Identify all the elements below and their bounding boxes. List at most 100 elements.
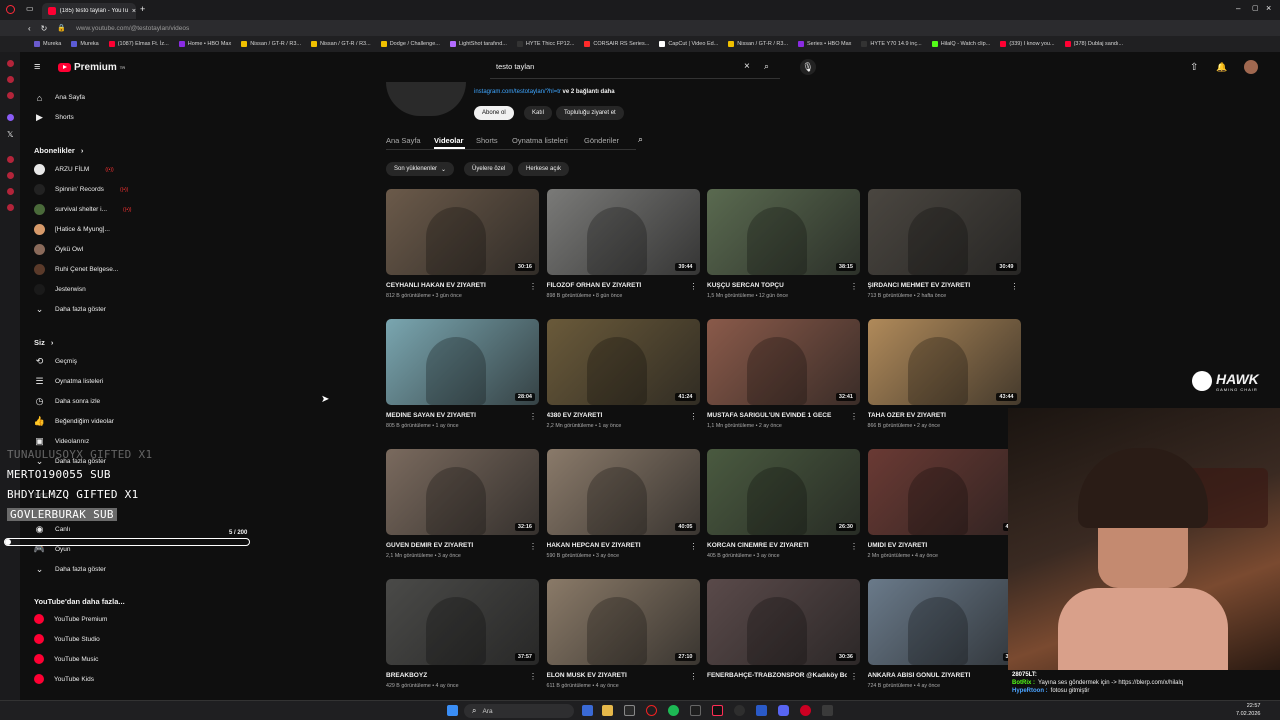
reload-icon[interactable]: ↻: [41, 24, 48, 33]
bookmark-item[interactable]: (378) Dublaj sandı...: [1064, 41, 1123, 47]
bookmark-item[interactable]: HilalQ - Watch clip...: [931, 41, 990, 47]
video-title[interactable]: ÜMİDİ EV ZİYARETİ: [868, 542, 1008, 549]
sidebar-item[interactable]: ⌂ Ana Sayfa: [34, 92, 85, 103]
sidebar-item[interactable]: YouTube Kids: [34, 674, 94, 684]
bookmark-item[interactable]: Nissan / GT-R / R3...: [310, 41, 371, 47]
more-options-icon[interactable]: ⋮: [850, 282, 858, 291]
twitch-icon[interactable]: [7, 114, 14, 121]
bookmark-item[interactable]: HYTE Y70 14.9 inç...: [861, 41, 922, 47]
search-icon[interactable]: ⌕: [764, 61, 769, 72]
more-options-icon[interactable]: ⋮: [850, 672, 858, 681]
sidebar-item[interactable]: ☰ Oynatma listeleri: [34, 376, 103, 387]
sidebar-item[interactable]: ▣ Videolarınız: [34, 436, 89, 447]
join-button[interactable]: Katıl: [524, 106, 553, 120]
tab-menu-icon[interactable]: ▭: [26, 4, 34, 13]
video-card[interactable]: 39:44 FİLOZOF ORHAN EV ZİYARETİ 898 B görü…: [546, 189, 700, 313]
video-thumbnail[interactable]: 38:15: [707, 189, 860, 275]
more-options-icon[interactable]: ⋮: [1011, 282, 1019, 291]
more-options-icon[interactable]: ⋮: [690, 412, 698, 421]
video-title[interactable]: ANKARA ABİSİ GÖNÜL ZİYARETİ: [868, 672, 1008, 679]
edge-icon[interactable]: [582, 705, 593, 716]
clear-search-icon[interactable]: ×: [744, 61, 750, 72]
video-thumbnail[interactable]: 28:04: [386, 319, 539, 405]
video-card[interactable]: 30:49 ŞIRDANCI MEHMET EV ZİYARETİ 713 B gö…: [867, 189, 1021, 313]
windows-start-icon[interactable]: [447, 705, 458, 716]
video-card[interactable]: 27:10 ELON MUSK EV ZİYARETİ 611 B görüntül…: [546, 579, 700, 703]
rail-app-icon[interactable]: [7, 156, 14, 163]
new-tab-icon[interactable]: +: [140, 4, 145, 14]
more-options-icon[interactable]: ⋮: [529, 282, 537, 291]
menu-icon[interactable]: ≡: [34, 61, 40, 73]
bookmark-item[interactable]: Mureka: [34, 41, 61, 47]
settings-gear-icon[interactable]: [734, 705, 745, 716]
bookmark-item[interactable]: (339) I know you...: [1000, 41, 1055, 47]
sidebar-item[interactable]: YouTube Studio: [34, 634, 100, 644]
video-card[interactable]: 41: ÜMİDİ EV ZİYARETİ 2 Mn görüntüleme • 4…: [867, 449, 1021, 573]
video-thumbnail[interactable]: 41:24: [546, 319, 700, 405]
video-thumbnail[interactable]: 39:44: [546, 189, 700, 275]
video-title[interactable]: GÜVEN DEMİR EV ZİYARETİ: [386, 542, 526, 549]
bookmark-item[interactable]: (1087) Elmas Ft. İz...: [108, 41, 169, 47]
subscribe-button[interactable]: Abone ol: [474, 106, 514, 120]
sidebar-item[interactable]: ARZU FİLM ((•)): [34, 164, 114, 175]
video-title[interactable]: ELON MUSK EV ZİYARETİ: [547, 672, 687, 679]
microphone-icon[interactable]: 🎙: [800, 59, 816, 75]
discord-icon[interactable]: [778, 705, 789, 716]
video-card[interactable]: 30:36 FENERBAHÇE-TRABZONSPOR @Kadıköy Boğ…: [707, 579, 860, 703]
channel-tab[interactable]: Shorts: [476, 136, 498, 145]
video-title[interactable]: ŞIRDANCI MEHMET EV ZİYARETİ: [868, 282, 1008, 289]
obs-icon[interactable]: [800, 705, 811, 716]
video-card[interactable]: 37:57 BREAKBOYZ 429 B görüntüleme • 4 ay ö…: [386, 579, 539, 703]
tab-close-icon[interactable]: ×: [132, 8, 136, 15]
instagram-link[interactable]: instagram.com/testotaylan/?hl=tr: [474, 89, 561, 95]
sidebar-item[interactable]: ⌄ Daha fazla göster: [34, 304, 106, 315]
sidebar-item[interactable]: Spinnin' Records ((•)): [34, 184, 128, 195]
tab-youtube[interactable]: (185) testo taylan - YouTube ×: [42, 3, 136, 19]
url-field[interactable]: www.youtube.com/@testotaylan/videos: [76, 25, 189, 32]
bookmark-item[interactable]: CORSAIR RS Series...: [584, 41, 649, 47]
video-title[interactable]: CEYHANLI HAKAN EV ZİYARETİ: [386, 282, 526, 289]
sidebar-item[interactable]: ⟲ Geçmiş: [34, 356, 77, 367]
video-thumbnail[interactable]: 32:16: [386, 449, 539, 535]
app-icon[interactable]: [822, 705, 833, 716]
video-thumbnail[interactable]: 30:16: [386, 189, 539, 275]
more-options-icon[interactable]: ⋮: [690, 672, 698, 681]
video-card[interactable]: 36: ANKARA ABİSİ GÖNÜL ZİYARETİ 724 B görü…: [867, 579, 1021, 703]
more-options-icon[interactable]: ⋮: [690, 282, 698, 291]
video-title[interactable]: FİLOZOF ORHAN EV ZİYARETİ: [547, 282, 687, 289]
video-title[interactable]: HAKAN HEPCAN EV ZİYARETİ: [547, 542, 687, 549]
file-explorer-icon[interactable]: [602, 705, 613, 716]
video-title[interactable]: BREAKBOYZ: [386, 672, 526, 679]
video-thumbnail[interactable]: 41:: [867, 449, 1021, 535]
taskbar-search-input[interactable]: Ara: [482, 708, 492, 715]
close-window-icon[interactable]: ×: [1266, 3, 1271, 13]
rail-app-icon[interactable]: [7, 60, 14, 67]
video-thumbnail[interactable]: 43:44: [867, 319, 1021, 405]
rail-app-icon[interactable]: [7, 172, 14, 179]
video-card[interactable]: 38:15 KUŞÇU SERCAN TOPÇU 1,5 Mn görüntülem…: [707, 189, 860, 313]
opera-taskbar-icon[interactable]: [646, 705, 657, 716]
video-title[interactable]: KORCAN CİNEMRE EV ZİYARETİ: [707, 542, 847, 549]
channel-tab[interactable]: Videolar: [434, 136, 463, 145]
more-options-icon[interactable]: ⋮: [529, 542, 537, 551]
more-options-icon[interactable]: ⋮: [850, 542, 858, 551]
you-heading[interactable]: Siz ›: [34, 338, 53, 347]
rail-app-icon[interactable]: [7, 92, 14, 99]
filter-chip[interactable]: Son yüklenenler ⌄: [386, 162, 455, 176]
sidebar-item[interactable]: YouTube Music: [34, 654, 98, 664]
video-thumbnail[interactable]: 30:36: [707, 579, 860, 665]
sidebar-item[interactable]: Ruhi Çenet Belgese...: [34, 264, 118, 275]
bookmark-item[interactable]: CapCut | Video Ed...: [659, 41, 718, 47]
bookmark-item[interactable]: Series • HBO Max: [798, 41, 851, 47]
sidebar-item[interactable]: Jesterwisn: [34, 284, 86, 295]
video-card[interactable]: 43:44 TAHA ÖZER EV ZİYARETİ 866 B görüntül…: [867, 319, 1021, 443]
maximize-icon[interactable]: ▢: [1252, 4, 1259, 12]
search-input[interactable]: testo taylan: [496, 62, 534, 71]
video-card[interactable]: 30:16 CEYHANLI HAKAN EV ZİYARETİ 812 B gör…: [386, 189, 539, 313]
more-options-icon[interactable]: ⋮: [690, 542, 698, 551]
bookmark-item[interactable]: LightShot tarafınd...: [449, 41, 507, 47]
bookmark-item[interactable]: Home • HBO Max: [178, 41, 231, 47]
video-title[interactable]: 4380 EV ZİYARETİ: [547, 412, 687, 419]
sidebar-item[interactable]: survival shelter i... ((•)): [34, 204, 131, 215]
video-card[interactable]: 26:30 KORCAN CİNEMRE EV ZİYARETİ 405 B gör…: [707, 449, 860, 573]
